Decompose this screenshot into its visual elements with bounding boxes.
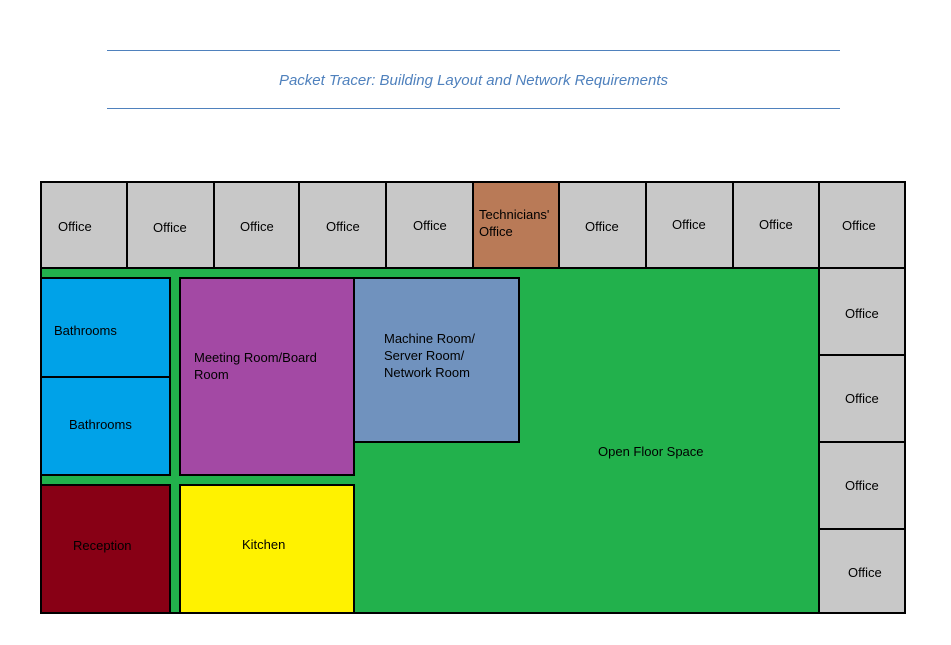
room-label: Office [672,217,706,232]
room-label: Office [585,219,619,234]
room-label: Bathrooms [54,323,117,338]
header-rule-top [107,50,840,51]
office-top-10: Office [818,181,906,269]
room-label: Machine Room/ Server Room/ Network Room [384,331,476,380]
room-label: Office [153,220,187,235]
office-right-1: Office [818,267,906,356]
office-top-8: Office [645,181,734,269]
header-rule-bottom [107,108,840,109]
office-right-3: Office [818,441,906,530]
office-top-3: Office [213,181,300,269]
room-label: Office [413,218,447,233]
office-top-1: Office [40,181,128,269]
machine-room: Machine Room/ Server Room/ Network Room [353,277,520,443]
bathrooms-lower: Bathrooms [40,376,171,476]
page-title: Packet Tracer: Building Layout and Netwo… [278,72,669,89]
room-label: Office [240,219,274,234]
room-label: Meeting Room/Board Room [194,350,317,382]
office-top-4: Office [298,181,387,269]
room-label: Office [845,478,879,493]
office-right-2: Office [818,354,906,443]
meeting-room: Meeting Room/Board Room [179,277,355,476]
office-top-7: Office [558,181,647,269]
room-label: Office [842,218,876,233]
room-label: Technicians' Office [479,207,550,239]
kitchen: Kitchen [179,484,355,614]
office-top-5: Office [385,181,474,269]
technicians-office: Technicians' Office [472,181,560,269]
room-label: Office [759,217,793,232]
room-label: Office [58,219,92,234]
room-label: Bathrooms [69,417,132,432]
open-floor-label: Open Floor Space [598,444,704,459]
office-top-9: Office [732,181,820,269]
room-label: Kitchen [242,537,286,552]
room-label: Office [845,391,879,406]
room-label: Office [848,565,882,580]
bathrooms-upper: Bathrooms [40,277,171,378]
room-label: Office [326,219,360,234]
room-label: Reception [73,538,132,553]
office-right-4: Office [818,528,906,614]
reception: Reception [40,484,171,614]
room-label: Office [845,306,879,321]
office-top-2: Office [126,181,215,269]
